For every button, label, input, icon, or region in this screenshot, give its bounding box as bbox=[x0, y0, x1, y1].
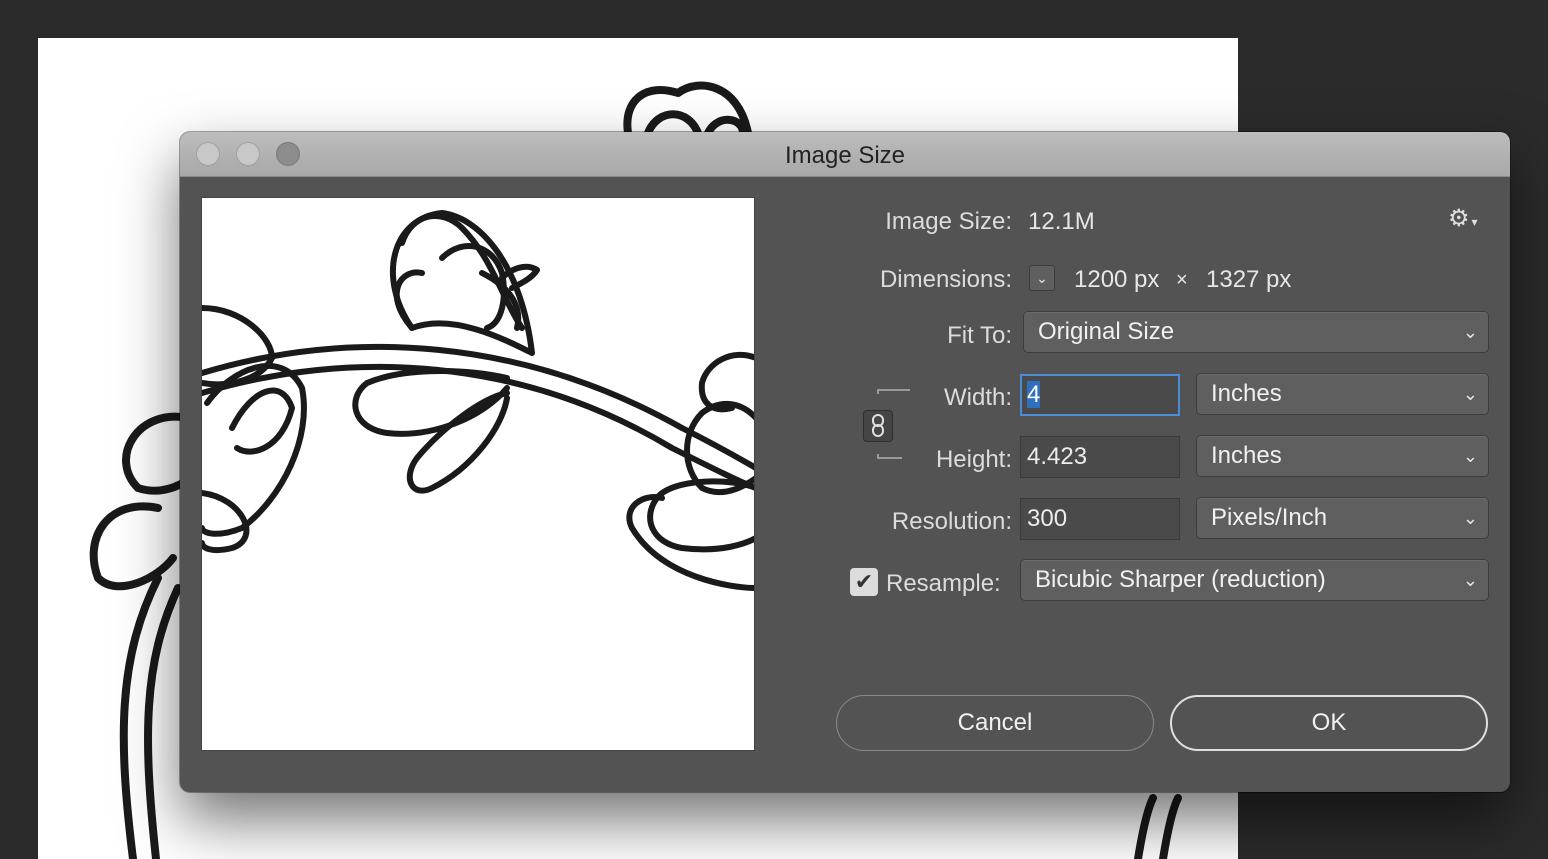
fit-to-select[interactable]: Original Size ⌄ bbox=[1023, 311, 1489, 353]
cancel-button[interactable]: Cancel bbox=[836, 695, 1154, 751]
chevron-down-icon: ⌄ bbox=[1462, 508, 1478, 528]
height-unit-value: Inches bbox=[1211, 442, 1282, 469]
ok-button[interactable]: OK bbox=[1170, 695, 1488, 751]
resample-value: Bicubic Sharper (reduction) bbox=[1035, 566, 1326, 593]
image-size-value: 12.1M bbox=[1028, 208, 1095, 235]
chain-link-icon[interactable] bbox=[863, 410, 893, 442]
width-value: 4 bbox=[1027, 381, 1041, 408]
checkmark-icon: ✔ bbox=[854, 569, 874, 594]
dialog-title: Image Size bbox=[784, 142, 906, 169]
image-size-dialog: Image Size Image Size: 12.1M ⚙ ▾ Dimensi… bbox=[180, 132, 1510, 792]
dimensions-unit-dropdown[interactable]: ⌄ bbox=[1029, 265, 1055, 291]
resolution-input[interactable]: 300 bbox=[1020, 498, 1180, 540]
fit-to-value: Original Size bbox=[1038, 318, 1175, 345]
image-preview[interactable] bbox=[201, 197, 755, 751]
chevron-down-icon: ⌄ bbox=[1462, 570, 1478, 590]
chevron-down-icon: ⌄ bbox=[1462, 446, 1478, 466]
fit-to-label: Fit To: bbox=[947, 322, 1012, 349]
chevron-down-icon: ⌄ bbox=[1036, 270, 1048, 286]
height-unit-select[interactable]: Inches ⌄ bbox=[1196, 435, 1489, 477]
image-size-label: Image Size: bbox=[885, 208, 1012, 235]
dialog-titlebar: Image Size bbox=[180, 132, 1510, 177]
gear-icon[interactable]: ⚙ ▾ bbox=[1448, 204, 1478, 233]
height-input[interactable]: 4.423 bbox=[1020, 436, 1180, 478]
width-unit-value: Inches bbox=[1211, 380, 1282, 407]
resample-label: Resample: bbox=[886, 570, 1001, 597]
dimensions-separator: × bbox=[1176, 269, 1188, 291]
resample-checkbox[interactable]: ✔ bbox=[850, 568, 878, 596]
chevron-down-icon: ⌄ bbox=[1462, 322, 1478, 342]
resolution-unit-value: Pixels/Inch bbox=[1211, 504, 1328, 531]
dimensions-width-value: 1200 px bbox=[1074, 266, 1160, 293]
width-label: Width: bbox=[943, 384, 1012, 411]
resample-select[interactable]: Bicubic Sharper (reduction) ⌄ bbox=[1020, 559, 1489, 601]
chevron-down-icon: ▾ bbox=[1471, 215, 1478, 229]
height-label: Height: bbox=[935, 446, 1012, 473]
width-unit-select[interactable]: Inches ⌄ bbox=[1196, 373, 1489, 415]
dimensions-label: Dimensions: bbox=[879, 266, 1012, 293]
resolution-unit-select[interactable]: Pixels/Inch ⌄ bbox=[1196, 497, 1489, 539]
preview-artwork bbox=[202, 210, 754, 591]
width-input[interactable]: 4 bbox=[1020, 374, 1180, 416]
resolution-label: Resolution: bbox=[891, 508, 1012, 535]
dimensions-height-value: 1327 px bbox=[1206, 266, 1292, 293]
chevron-down-icon: ⌄ bbox=[1462, 384, 1478, 404]
